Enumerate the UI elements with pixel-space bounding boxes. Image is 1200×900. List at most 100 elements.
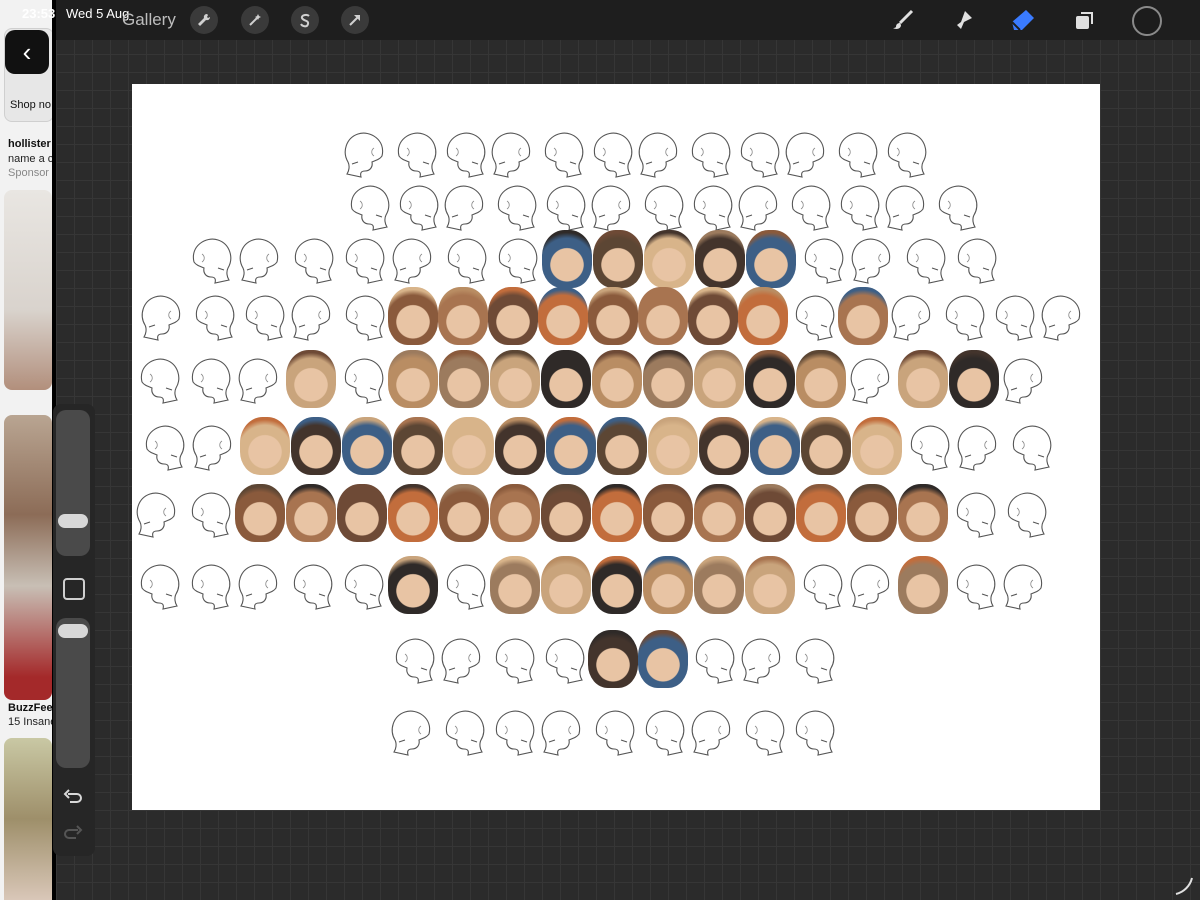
reference-photo-cutout (438, 287, 488, 345)
head-sketch (1037, 289, 1089, 343)
head-sketch (637, 704, 689, 758)
brush-icon[interactable] (890, 7, 916, 33)
head-sketch (489, 179, 541, 233)
reference-photo-cutout (538, 287, 588, 345)
head-sketch (342, 179, 394, 233)
gallery-button[interactable]: Gallery (122, 10, 176, 30)
reference-photo-cutout (898, 484, 948, 542)
head-sketch (132, 486, 184, 540)
reference-photo-cutout (546, 417, 596, 475)
head-sketch (337, 232, 389, 286)
head-sketch (783, 179, 835, 233)
reference-photo-cutout (593, 230, 643, 288)
reference-photo-cutout (597, 417, 647, 475)
reference-photo-cutout (688, 287, 738, 345)
reference-photo-cutout (745, 350, 795, 408)
head-sketch (184, 232, 236, 286)
drawing-canvas[interactable] (132, 84, 1100, 810)
reference-photo-cutout (444, 417, 494, 475)
article-image-2[interactable] (4, 738, 52, 900)
head-sketch (187, 289, 239, 343)
reference-photo-cutout (738, 287, 788, 345)
head-sketch (286, 232, 338, 286)
reference-photo-cutout (235, 484, 285, 542)
reference-photo-cutout (592, 350, 642, 408)
head-sketch (487, 632, 539, 686)
head-sketch (490, 232, 542, 286)
eraser-icon[interactable] (1010, 7, 1036, 33)
head-sketch (183, 558, 235, 612)
head-sketch (846, 352, 898, 406)
head-sketch (391, 179, 443, 233)
article-source[interactable]: BuzzFeed (8, 702, 52, 714)
reference-photo-cutout (592, 484, 642, 542)
split-view-app[interactable]: ‹ Shop no hollister name a c Sponsor Buz… (0, 0, 52, 900)
brush-size-slider[interactable] (56, 410, 90, 556)
sponsored-label: Sponsor (8, 167, 49, 179)
reference-photo-cutout (490, 350, 540, 408)
head-sketch (687, 632, 739, 686)
color-picker[interactable] (1132, 6, 1162, 36)
head-sketch (999, 486, 1051, 540)
redo-icon[interactable] (62, 822, 84, 844)
corner-gesture-icon[interactable] (1172, 872, 1196, 896)
reference-photo-cutout (588, 630, 638, 688)
ad-title[interactable]: hollister (8, 138, 51, 150)
head-sketch (538, 179, 590, 233)
undo-icon[interactable] (62, 786, 84, 808)
ad-text: name a c (8, 153, 52, 165)
head-sketch (937, 289, 989, 343)
reference-photo-cutout (695, 230, 745, 288)
wrench-icon[interactable] (190, 6, 218, 34)
head-sketch (587, 704, 639, 758)
head-sketch (132, 558, 184, 612)
head-sketch (438, 558, 490, 612)
reference-photo-cutout (495, 417, 545, 475)
reference-photo-cutout (643, 484, 693, 542)
head-sketch (132, 352, 184, 406)
head-sketch (537, 704, 589, 758)
head-sketch (734, 179, 786, 233)
reference-photo-cutout (588, 287, 638, 345)
head-sketch (887, 289, 939, 343)
reference-photo-cutout (746, 230, 796, 288)
layers-icon[interactable] (1072, 7, 1098, 33)
head-sketch (930, 179, 982, 233)
reference-photo-cutout (439, 484, 489, 542)
back-button[interactable]: ‹ (5, 30, 49, 74)
reference-photo-cutout (898, 350, 948, 408)
reference-photo-cutout (542, 230, 592, 288)
smudge-icon[interactable] (950, 7, 976, 33)
modify-button[interactable] (63, 578, 85, 600)
head-sketch (948, 558, 1000, 612)
head-sketch (846, 558, 898, 612)
head-sketch (285, 558, 337, 612)
article-title[interactable]: 15 Insane (8, 716, 52, 728)
head-sketch (188, 419, 240, 473)
head-sketch (585, 126, 637, 180)
brush-size-knob[interactable] (58, 514, 88, 528)
shop-now-button[interactable]: Shop no (10, 99, 51, 111)
opacity-knob[interactable] (58, 624, 88, 638)
article-image[interactable] (4, 415, 52, 700)
selection-s-icon[interactable] (291, 6, 319, 34)
magic-wand-icon[interactable] (241, 6, 269, 34)
head-sketch (587, 179, 639, 233)
head-sketch (948, 486, 1000, 540)
reference-photo-cutout (847, 484, 897, 542)
head-sketch (336, 352, 388, 406)
transform-arrow-icon[interactable] (341, 6, 369, 34)
head-sketch (683, 126, 735, 180)
head-sketch (879, 126, 931, 180)
opacity-slider[interactable] (56, 618, 90, 768)
ad-image[interactable] (4, 190, 52, 390)
reference-photo-cutout (745, 484, 795, 542)
reference-photo-cutout (240, 417, 290, 475)
head-sketch (337, 289, 389, 343)
reference-photo-cutout (648, 417, 698, 475)
reference-photo-cutout (291, 417, 341, 475)
reference-photo-cutout (796, 484, 846, 542)
head-sketch (336, 558, 388, 612)
head-sketch (137, 289, 189, 343)
reference-photo-cutout (949, 350, 999, 408)
